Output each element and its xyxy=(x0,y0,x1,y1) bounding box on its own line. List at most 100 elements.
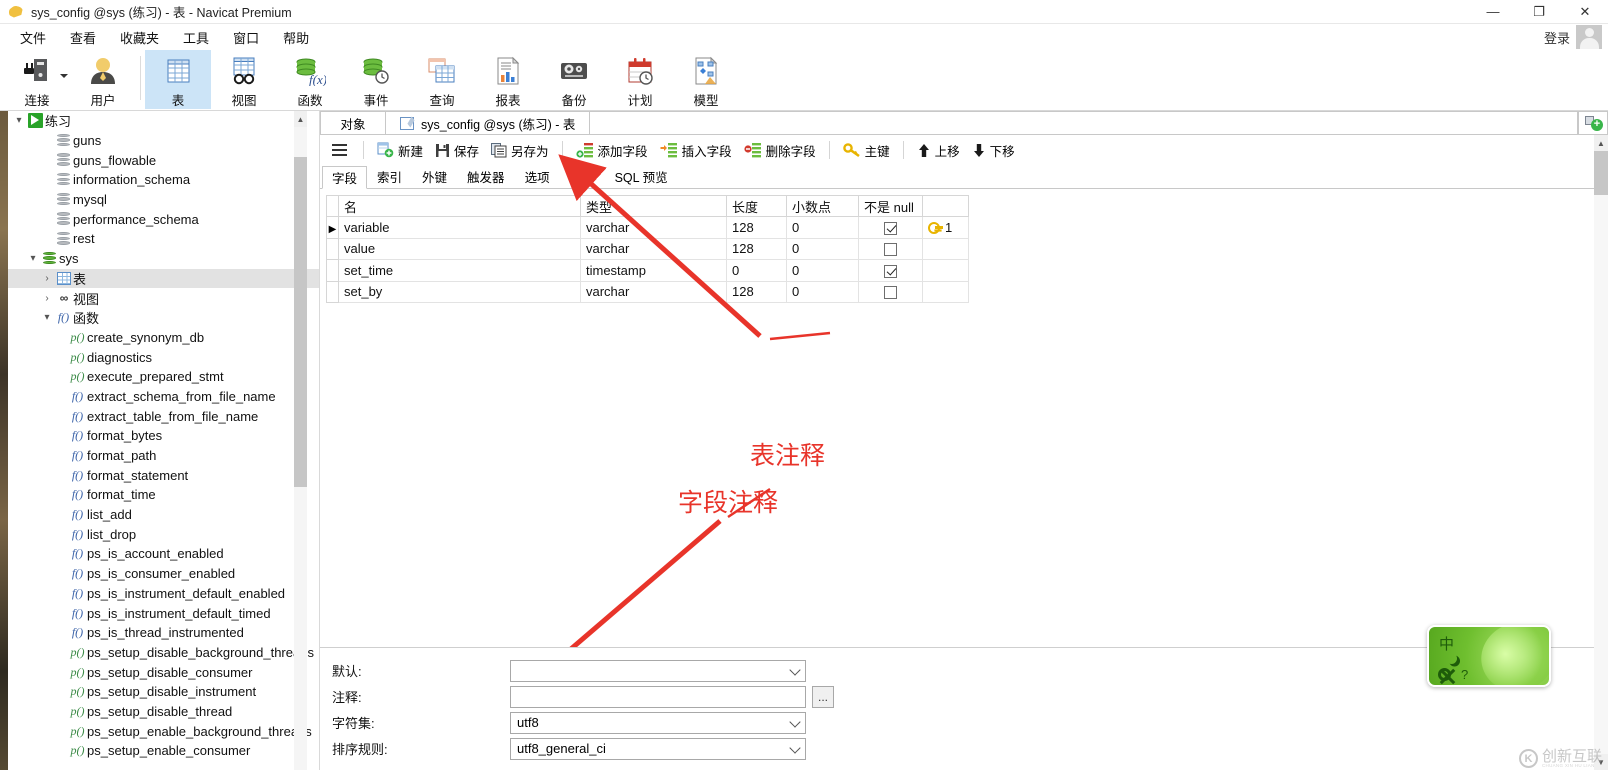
tab-objects[interactable]: 对象 xyxy=(320,111,386,134)
tree-twisty[interactable]: · xyxy=(54,627,68,638)
cell-decimals[interactable]: 0 xyxy=(786,280,859,303)
grid-body[interactable]: ▶ variable varchar 128 0 1 value varchar 128 0 set… xyxy=(326,216,969,303)
tree-twisty[interactable]: · xyxy=(54,489,68,500)
tree-twisty[interactable]: · xyxy=(54,568,68,579)
avatar[interactable] xyxy=(1576,25,1602,49)
tree-twisty[interactable]: ▾ xyxy=(26,253,40,264)
cell-length[interactable]: 0 xyxy=(726,259,787,282)
tree-twisty[interactable]: ▾ xyxy=(40,312,54,323)
cell-type[interactable]: varchar xyxy=(580,216,727,239)
column-header-notnull[interactable]: 不是 null xyxy=(858,195,923,217)
editor-scroll-thumb[interactable] xyxy=(1594,151,1608,195)
cell-decimals[interactable]: 0 xyxy=(786,259,859,282)
tree-item[interactable]: › ∞ 视图 xyxy=(8,288,319,308)
new-tab-button[interactable]: + xyxy=(1578,111,1608,134)
chevron-down-icon[interactable] xyxy=(789,741,801,754)
cell-type[interactable]: varchar xyxy=(580,280,727,303)
moon-icon[interactable] xyxy=(1446,653,1457,664)
tree-twisty[interactable]: · xyxy=(40,174,54,185)
designer-tab-0[interactable]: 字段 xyxy=(322,166,368,189)
tree-twisty[interactable]: · xyxy=(54,686,68,697)
tree-item[interactable]: ·f()list_add xyxy=(8,505,319,525)
tree-twisty[interactable]: · xyxy=(54,647,68,658)
tree-twisty[interactable]: · xyxy=(54,706,68,717)
menu-item-favorites[interactable]: 收藏夹 xyxy=(108,25,171,50)
form-control-2[interactable]: utf8 xyxy=(510,711,806,734)
sidebar-scroll-thumb[interactable] xyxy=(294,157,307,487)
tree-twisty[interactable]: · xyxy=(54,667,68,678)
tree-twisty[interactable]: · xyxy=(54,332,68,343)
notnull-checkbox[interactable] xyxy=(884,264,897,278)
table-row[interactable]: set_by varchar 128 0 xyxy=(326,280,969,303)
toolbar-button-event[interactable]: 事件 xyxy=(343,50,409,109)
notnull-checkbox[interactable] xyxy=(884,243,897,257)
save-button[interactable]: 保存 xyxy=(429,138,485,162)
menu-item-file[interactable]: 文件 xyxy=(8,25,58,50)
cell-key[interactable]: 1 xyxy=(922,216,969,239)
column-header-type[interactable]: 类型 xyxy=(580,195,727,217)
toolbar-button-report[interactable]: 报表 xyxy=(475,50,541,109)
tree-item[interactable]: ·p()diagnostics xyxy=(8,347,319,367)
move-down-button[interactable]: 下移 xyxy=(966,138,1021,162)
tree-item[interactable]: ·f()list_drop xyxy=(8,524,319,544)
cell-length[interactable]: 128 xyxy=(726,216,787,239)
tree-twisty[interactable]: · xyxy=(54,430,68,441)
form-control-1[interactable] xyxy=(510,685,806,708)
notnull-checkbox[interactable] xyxy=(884,286,897,300)
tree-twisty[interactable]: · xyxy=(54,588,68,599)
tree-twisty[interactable]: ▾ xyxy=(12,115,26,126)
tree-item[interactable]: · performance_schema xyxy=(8,209,319,229)
tree-twisty[interactable]: · xyxy=(54,411,68,422)
tree-twisty[interactable]: · xyxy=(54,391,68,402)
tree-twisty[interactable]: · xyxy=(54,450,68,461)
designer-tab-2[interactable]: 外键 xyxy=(412,165,457,188)
tree-item[interactable]: ·f()extract_table_from_file_name xyxy=(8,406,319,426)
designer-tab-strip[interactable]: 字段 索引 外键 触发器 选项 注释 SQL 预览 xyxy=(320,165,1608,189)
tree-twisty[interactable]: · xyxy=(54,726,68,737)
tree-twisty[interactable]: · xyxy=(40,214,54,225)
chevron-down-icon[interactable] xyxy=(789,663,801,676)
cell-decimals[interactable]: 0 xyxy=(786,216,859,239)
tree-twisty[interactable]: · xyxy=(40,194,54,205)
form-ellipsis-button[interactable]: ... xyxy=(812,685,834,708)
move-up-button[interactable]: 上移 xyxy=(911,138,966,162)
tree-twisty[interactable]: › xyxy=(40,293,54,304)
cell-name[interactable]: set_time xyxy=(338,259,581,282)
menu-item-window[interactable]: 窗口 xyxy=(221,25,271,50)
cell-name[interactable]: variable xyxy=(338,216,581,239)
tree-item[interactable]: › 表 xyxy=(8,268,319,289)
menu-item-help[interactable]: 帮助 xyxy=(271,25,321,50)
tree-item[interactable]: ·p()create_synonym_db xyxy=(8,328,319,348)
maximize-button[interactable]: ❐ xyxy=(1516,0,1562,24)
tree-twisty[interactable]: · xyxy=(54,509,68,520)
minimize-button[interactable]: — xyxy=(1470,0,1516,24)
tree-twisty[interactable]: · xyxy=(54,608,68,619)
form-control-3[interactable]: utf8_general_ci xyxy=(510,737,806,760)
tree-item[interactable]: · rest xyxy=(8,229,319,249)
toolbar-button-user[interactable]: 用户 xyxy=(70,50,136,109)
cell-decimals[interactable]: 0 xyxy=(786,237,859,260)
fields-grid[interactable]: 名 类型 长度 小数点 不是 null ▶ variable varchar 128 0… xyxy=(326,195,969,303)
login-link[interactable]: 登录 xyxy=(1544,28,1570,47)
tree-item[interactable]: · guns_flowable xyxy=(8,150,319,170)
column-header-key[interactable] xyxy=(922,195,969,217)
menu-hamburger-icon[interactable] xyxy=(326,139,352,161)
column-header-name[interactable]: 名 xyxy=(338,195,581,217)
ime-floating-bar[interactable]: 中 ? xyxy=(1427,625,1551,687)
tree-item[interactable]: ·p()ps_setup_disable_consumer xyxy=(8,662,319,682)
cell-notnull[interactable] xyxy=(858,216,923,239)
toolbar-button-table[interactable]: 表 xyxy=(145,50,211,109)
tree-item[interactable]: ·p()ps_setup_disable_thread xyxy=(8,702,319,722)
tree-item[interactable]: ·f()ps_is_instrument_default_enabled xyxy=(8,584,319,604)
primary-key-button[interactable]: 主键 xyxy=(837,138,896,162)
tree-twisty[interactable]: · xyxy=(40,233,54,244)
menu-item-view[interactable]: 查看 xyxy=(58,25,108,50)
cell-type[interactable]: varchar xyxy=(580,237,727,260)
tree-item[interactable]: ·f()format_time xyxy=(8,485,319,505)
cell-name[interactable]: value xyxy=(338,237,581,260)
scroll-up-icon[interactable]: ▲ xyxy=(294,111,307,127)
toolbar-button-connection[interactable]: 连接 xyxy=(4,50,70,109)
tree-twisty[interactable]: › xyxy=(40,273,54,284)
tree-item[interactable]: ·f()format_path xyxy=(8,446,319,466)
tree-twisty[interactable]: · xyxy=(54,352,68,363)
